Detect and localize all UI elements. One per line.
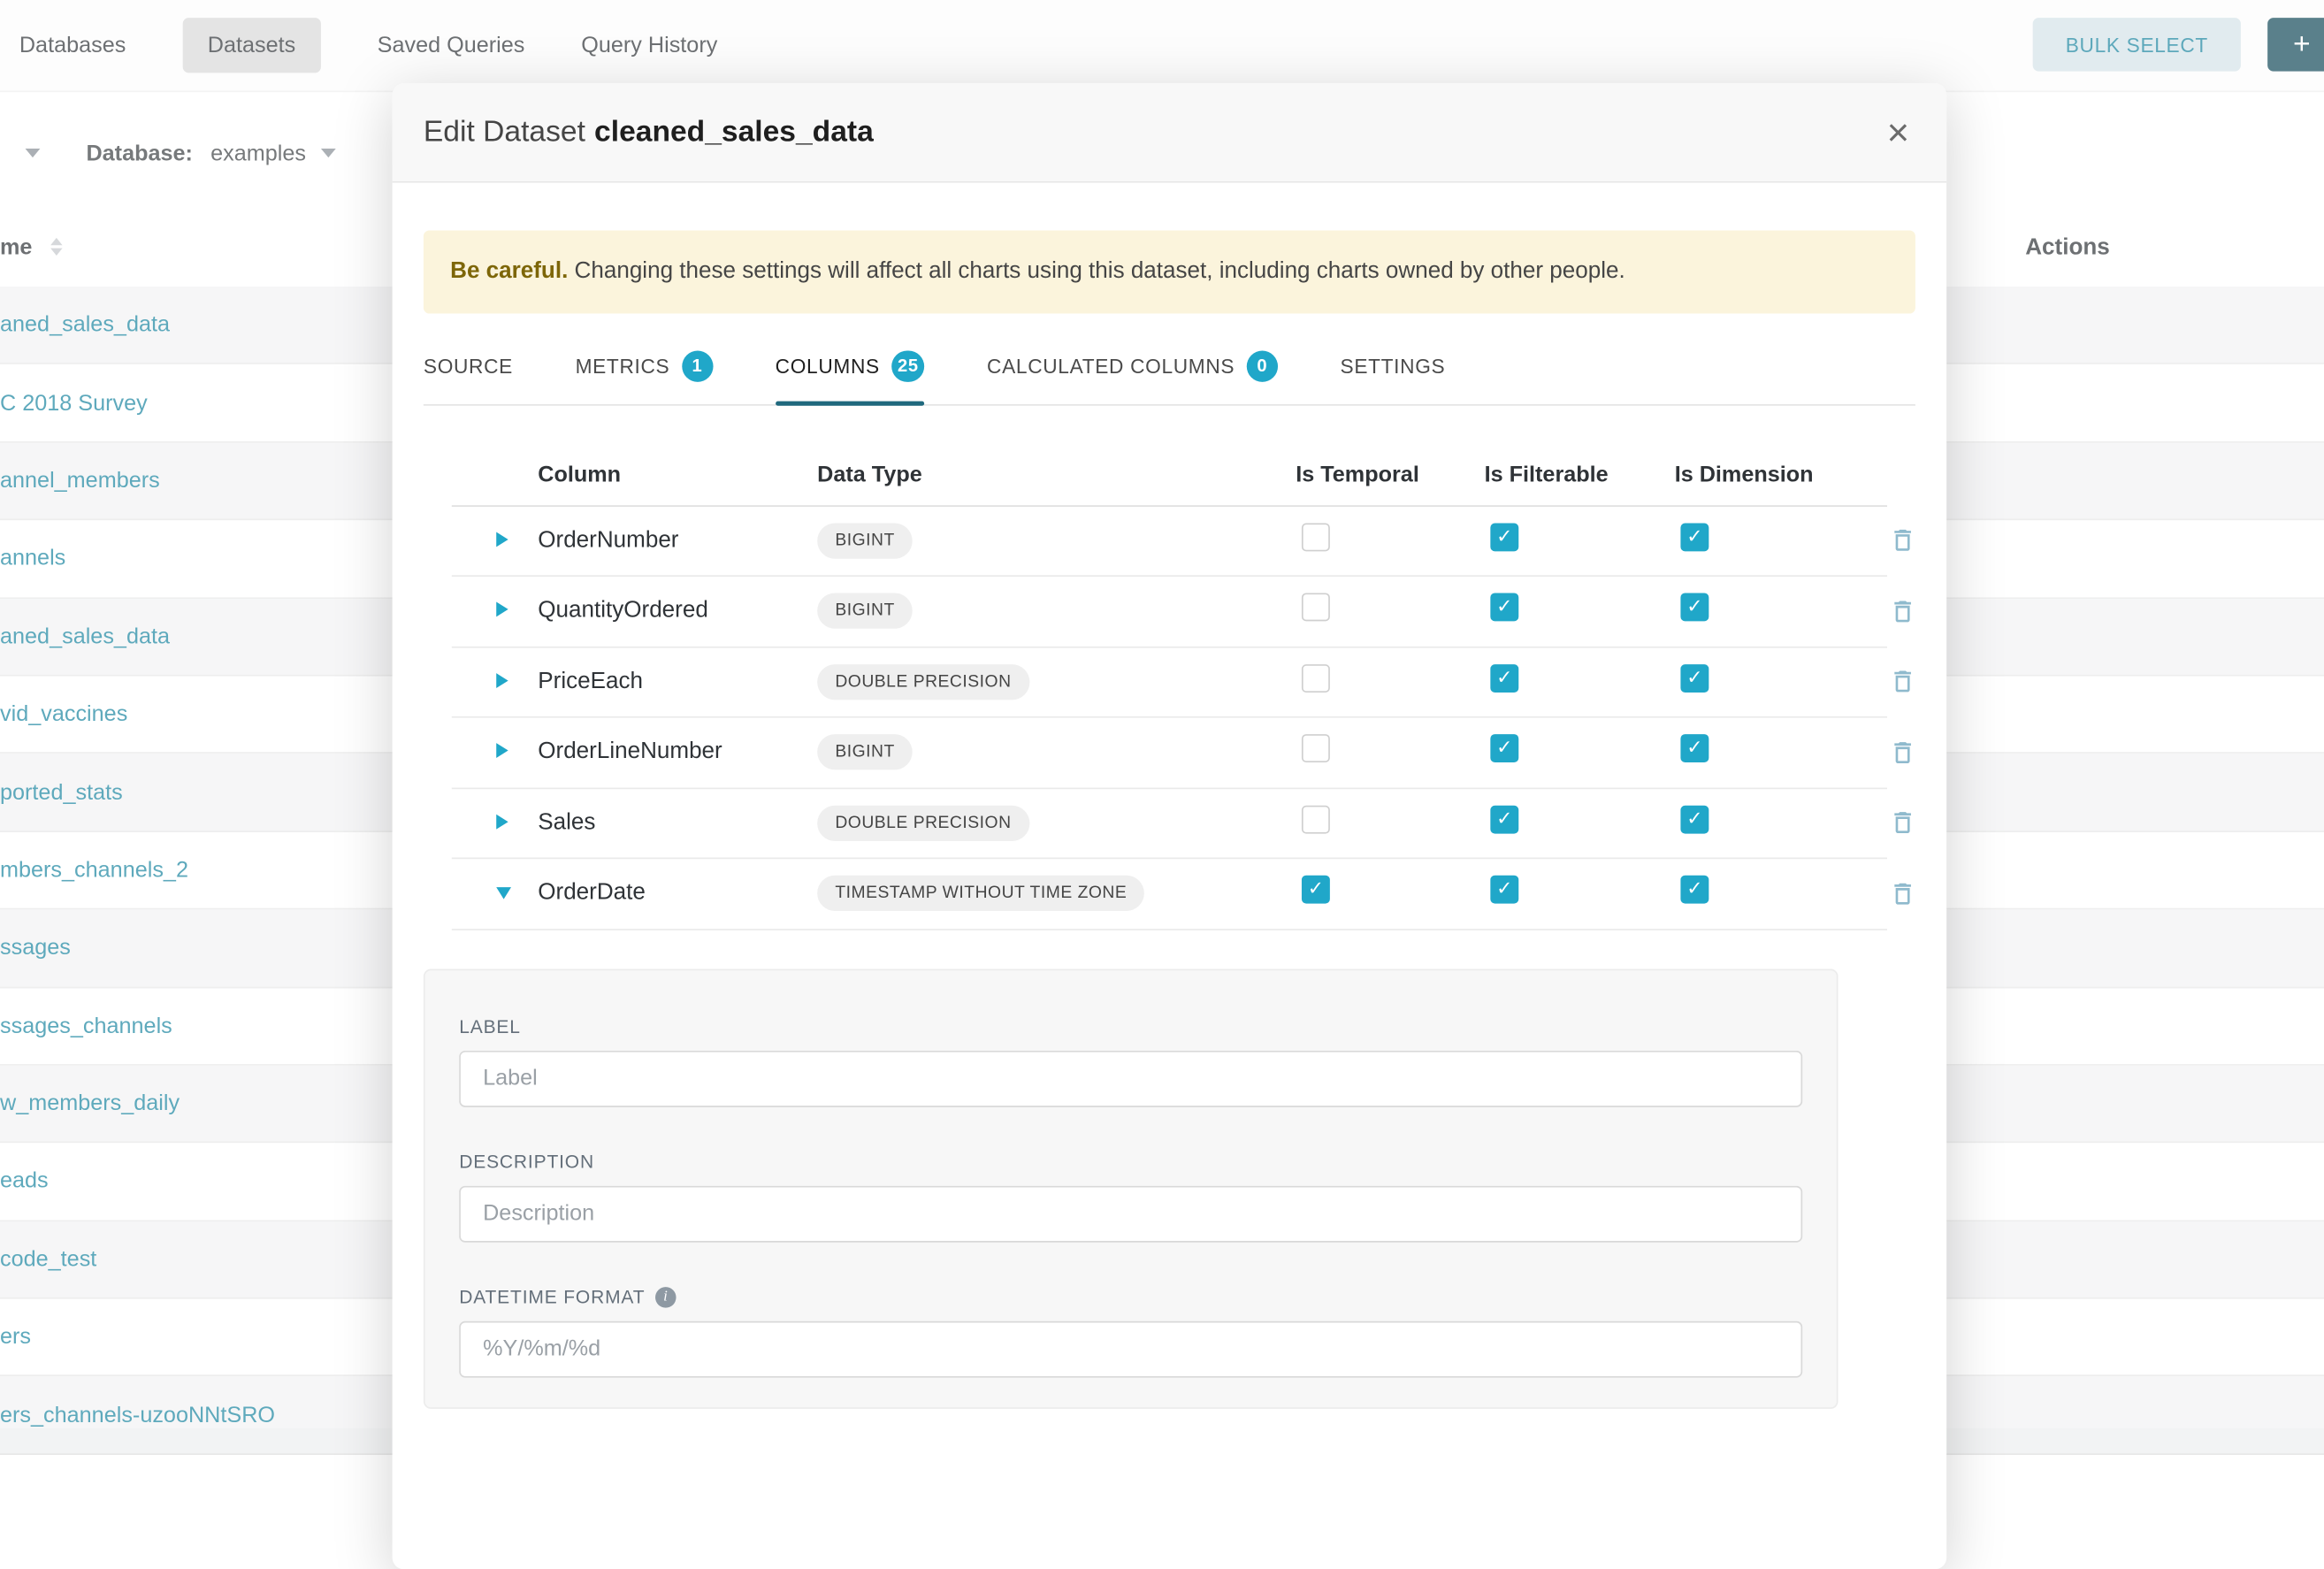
tab-label: COLUMNS [776, 355, 880, 377]
tab-source[interactable]: SOURCE [424, 331, 513, 403]
tab-label: METRICS [576, 355, 670, 377]
is-temporal-checkbox[interactable] [1302, 664, 1330, 693]
datetime-format-field: DATETIME FORMAT [459, 1287, 1802, 1377]
expand-caret-icon[interactable] [496, 815, 508, 830]
is-dimension-checkbox[interactable] [1680, 523, 1709, 551]
is-temporal-checkbox[interactable] [1302, 735, 1330, 763]
data-type-pill: DOUBLE PRECISION [817, 806, 1029, 841]
column-row: QuantityOrdered BIGINT [452, 577, 1887, 647]
tab-calculated-columns[interactable]: CALCULATED COLUMNS 0 [987, 331, 1278, 403]
is-temporal-header: Is Temporal [1296, 463, 1484, 488]
column-name: QuantityOrdered [538, 598, 817, 624]
tab-columns[interactable]: COLUMNS 25 [776, 331, 925, 403]
field-label-text: LABEL [459, 1016, 521, 1037]
delete-column-icon[interactable] [1889, 880, 1917, 908]
is-temporal-checkbox[interactable] [1302, 876, 1330, 904]
column-detail-panel: LABEL DESCRIPTION DATETIME FORMAT [424, 968, 1839, 1408]
data-type-pill: DOUBLE PRECISION [817, 664, 1029, 700]
info-icon[interactable] [655, 1287, 677, 1308]
column-name: OrderLineNumber [538, 739, 817, 766]
expand-caret-icon[interactable] [496, 673, 508, 688]
is-filterable-checkbox[interactable] [1490, 523, 1518, 551]
columns-count-badge: 25 [891, 350, 924, 381]
is-dimension-checkbox[interactable] [1680, 593, 1709, 622]
tab-label: SETTINGS [1341, 355, 1446, 377]
description-input[interactable] [459, 1185, 1802, 1242]
column-row: OrderNumber BIGINT [452, 506, 1887, 577]
column-row: Sales DOUBLE PRECISION [452, 789, 1887, 860]
column-name: OrderDate [538, 880, 817, 907]
is-filterable-checkbox[interactable] [1490, 735, 1518, 763]
is-temporal-checkbox[interactable] [1302, 806, 1330, 834]
edit-dataset-modal: Edit Dataset cleaned_sales_data Be carefu… [393, 83, 1947, 1569]
is-dimension-checkbox[interactable] [1680, 735, 1709, 763]
warning-banner: Be careful. Changing these settings will… [424, 230, 1915, 313]
column-row: PriceEach DOUBLE PRECISION [452, 647, 1887, 718]
column-row: OrderDate TIMESTAMP WITHOUT TIME ZONE [452, 860, 1887, 930]
is-dimension-checkbox[interactable] [1680, 876, 1709, 904]
metrics-count-badge: 1 [682, 350, 713, 381]
column-name: Sales [538, 810, 817, 837]
expand-caret-icon[interactable] [496, 744, 508, 759]
modal-title-prefix: Edit Dataset [424, 115, 585, 148]
field-label-text: DATETIME FORMAT [459, 1287, 645, 1308]
data-type-pill: BIGINT [817, 593, 913, 629]
delete-column-icon[interactable] [1889, 527, 1917, 555]
modal-tabs: SOURCE METRICS 1 COLUMNS 25 CALCULATED C… [424, 331, 1915, 405]
expand-caret-icon[interactable] [496, 888, 511, 899]
is-filterable-checkbox[interactable] [1490, 593, 1518, 622]
warning-emphasis: Be careful. [450, 258, 568, 284]
expand-caret-icon[interactable] [496, 532, 508, 547]
modal-title: Edit Dataset cleaned_sales_data [424, 115, 874, 149]
description-field: DESCRIPTION [459, 1152, 1802, 1242]
column-name: OrderNumber [538, 527, 817, 554]
modal-body: Be careful. Changing these settings will… [393, 230, 1947, 1408]
datetime-format-input[interactable] [459, 1320, 1802, 1377]
column-row: OrderLineNumber BIGINT [452, 718, 1887, 789]
data-type-pill: BIGINT [817, 523, 913, 558]
column-header: Column [538, 463, 817, 488]
delete-column-icon[interactable] [1889, 809, 1917, 838]
is-dimension-header: Is Dimension [1675, 463, 1889, 488]
data-type-pill: BIGINT [817, 735, 913, 770]
delete-column-icon[interactable] [1889, 668, 1917, 696]
data-type-pill: TIMESTAMP WITHOUT TIME ZONE [817, 876, 1144, 911]
tab-label: CALCULATED COLUMNS [987, 355, 1235, 377]
is-dimension-checkbox[interactable] [1680, 664, 1709, 693]
column-name: PriceEach [538, 669, 817, 695]
is-filterable-checkbox[interactable] [1490, 876, 1518, 904]
expand-caret-icon[interactable] [496, 602, 508, 617]
tab-settings[interactable]: SETTINGS [1341, 331, 1446, 403]
is-filterable-checkbox[interactable] [1490, 806, 1518, 834]
calculated-columns-count-badge: 0 [1247, 350, 1278, 381]
tab-label: SOURCE [424, 355, 513, 377]
delete-column-icon[interactable] [1889, 597, 1917, 625]
label-field: LABEL [459, 1016, 1802, 1106]
warning-text: Changing these settings will affect all … [568, 258, 1625, 284]
label-input[interactable] [459, 1050, 1802, 1106]
data-type-header: Data Type [817, 463, 1296, 488]
modal-header: Edit Dataset cleaned_sales_data [393, 83, 1947, 183]
label-field-label: LABEL [459, 1016, 1802, 1037]
tab-metrics[interactable]: METRICS 1 [576, 331, 714, 403]
app-root: Databases Datasets Saved Queries Query H… [0, 0, 2324, 1428]
columns-table-header: Column Data Type Is Temporal Is Filterab… [452, 446, 1887, 507]
is-dimension-checkbox[interactable] [1680, 806, 1709, 834]
datetime-format-field-label: DATETIME FORMAT [459, 1287, 1802, 1308]
description-field-label: DESCRIPTION [459, 1152, 1802, 1173]
is-filterable-checkbox[interactable] [1490, 664, 1518, 693]
is-filterable-header: Is Filterable [1485, 463, 1675, 488]
columns-table: Column Data Type Is Temporal Is Filterab… [452, 446, 1887, 930]
close-icon[interactable] [1887, 113, 1910, 152]
field-label-text: DESCRIPTION [459, 1152, 594, 1173]
delete-column-icon[interactable] [1889, 739, 1917, 767]
is-temporal-checkbox[interactable] [1302, 593, 1330, 622]
modal-title-dataset-name: cleaned_sales_data [594, 115, 874, 148]
is-temporal-checkbox[interactable] [1302, 523, 1330, 551]
